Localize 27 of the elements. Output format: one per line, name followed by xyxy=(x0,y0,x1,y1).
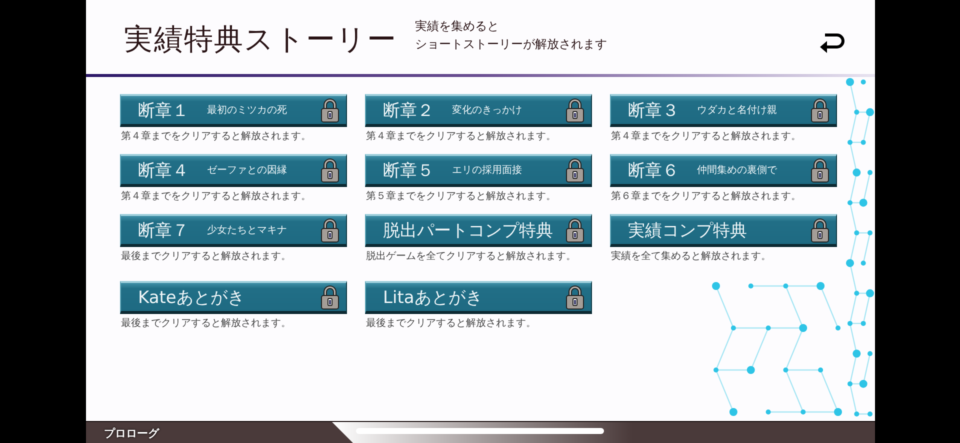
return-icon[interactable] xyxy=(819,32,845,54)
story-button[interactable]: 断章６ 仲間集めの裏側で xyxy=(610,154,837,187)
story-button[interactable]: 断章２ 変化のきっかけ xyxy=(365,94,592,127)
unlock-condition: 最後までクリアすると解放されます。 xyxy=(120,250,292,263)
unlock-condition: 最後までクリアすると解放されます。 xyxy=(365,317,537,330)
story-button[interactable]: 断章４ ゼーファとの因縁 xyxy=(120,154,347,187)
chapter-label: プロローグ xyxy=(103,426,159,440)
story-button[interactable]: 断章３ ウダカと名付け親 xyxy=(610,94,837,127)
unlock-condition: 最後までクリアすると解放されます。 xyxy=(120,317,292,330)
story-button[interactable]: 断章５ エリの採用面接 xyxy=(365,154,592,187)
unlock-condition: 実績を全て集めると解放されます。 xyxy=(610,250,772,263)
unlock-condition: 脱出ゲームを全てクリアすると解放されます。 xyxy=(365,250,577,263)
story-button[interactable]: 実績コンプ特典 xyxy=(610,214,837,247)
story-button[interactable]: 断章７ 少女たちとマキナ xyxy=(120,214,347,247)
story-button[interactable]: Litaあとがき xyxy=(365,281,592,314)
unlock-condition: 第４章までをクリアすると解放されます。 xyxy=(365,130,557,143)
unlock-condition: 第４章までをクリアすると解放されます。 xyxy=(120,190,312,203)
unlock-condition: 第４章までをクリアすると解放されます。 xyxy=(610,130,802,143)
unlock-condition: 第６章までをクリアすると解放されます。 xyxy=(610,190,802,203)
page-title: 実績特典ストーリー xyxy=(124,21,397,58)
story-button[interactable]: 脱出パートコンプ特典 xyxy=(365,214,592,247)
unlock-condition: 第５章までをクリアすると解放されます。 xyxy=(365,190,557,203)
unlock-condition: 第４章までをクリアすると解放されます。 xyxy=(120,130,312,143)
subtitle-text: ショートストーリーが解放されます xyxy=(415,36,607,53)
story-button[interactable]: 断章１ 最初のミツカの死 xyxy=(120,94,347,127)
story-button[interactable]: Kateあとがき xyxy=(120,281,347,314)
subtitle-text: 実績を集めると xyxy=(415,18,500,35)
